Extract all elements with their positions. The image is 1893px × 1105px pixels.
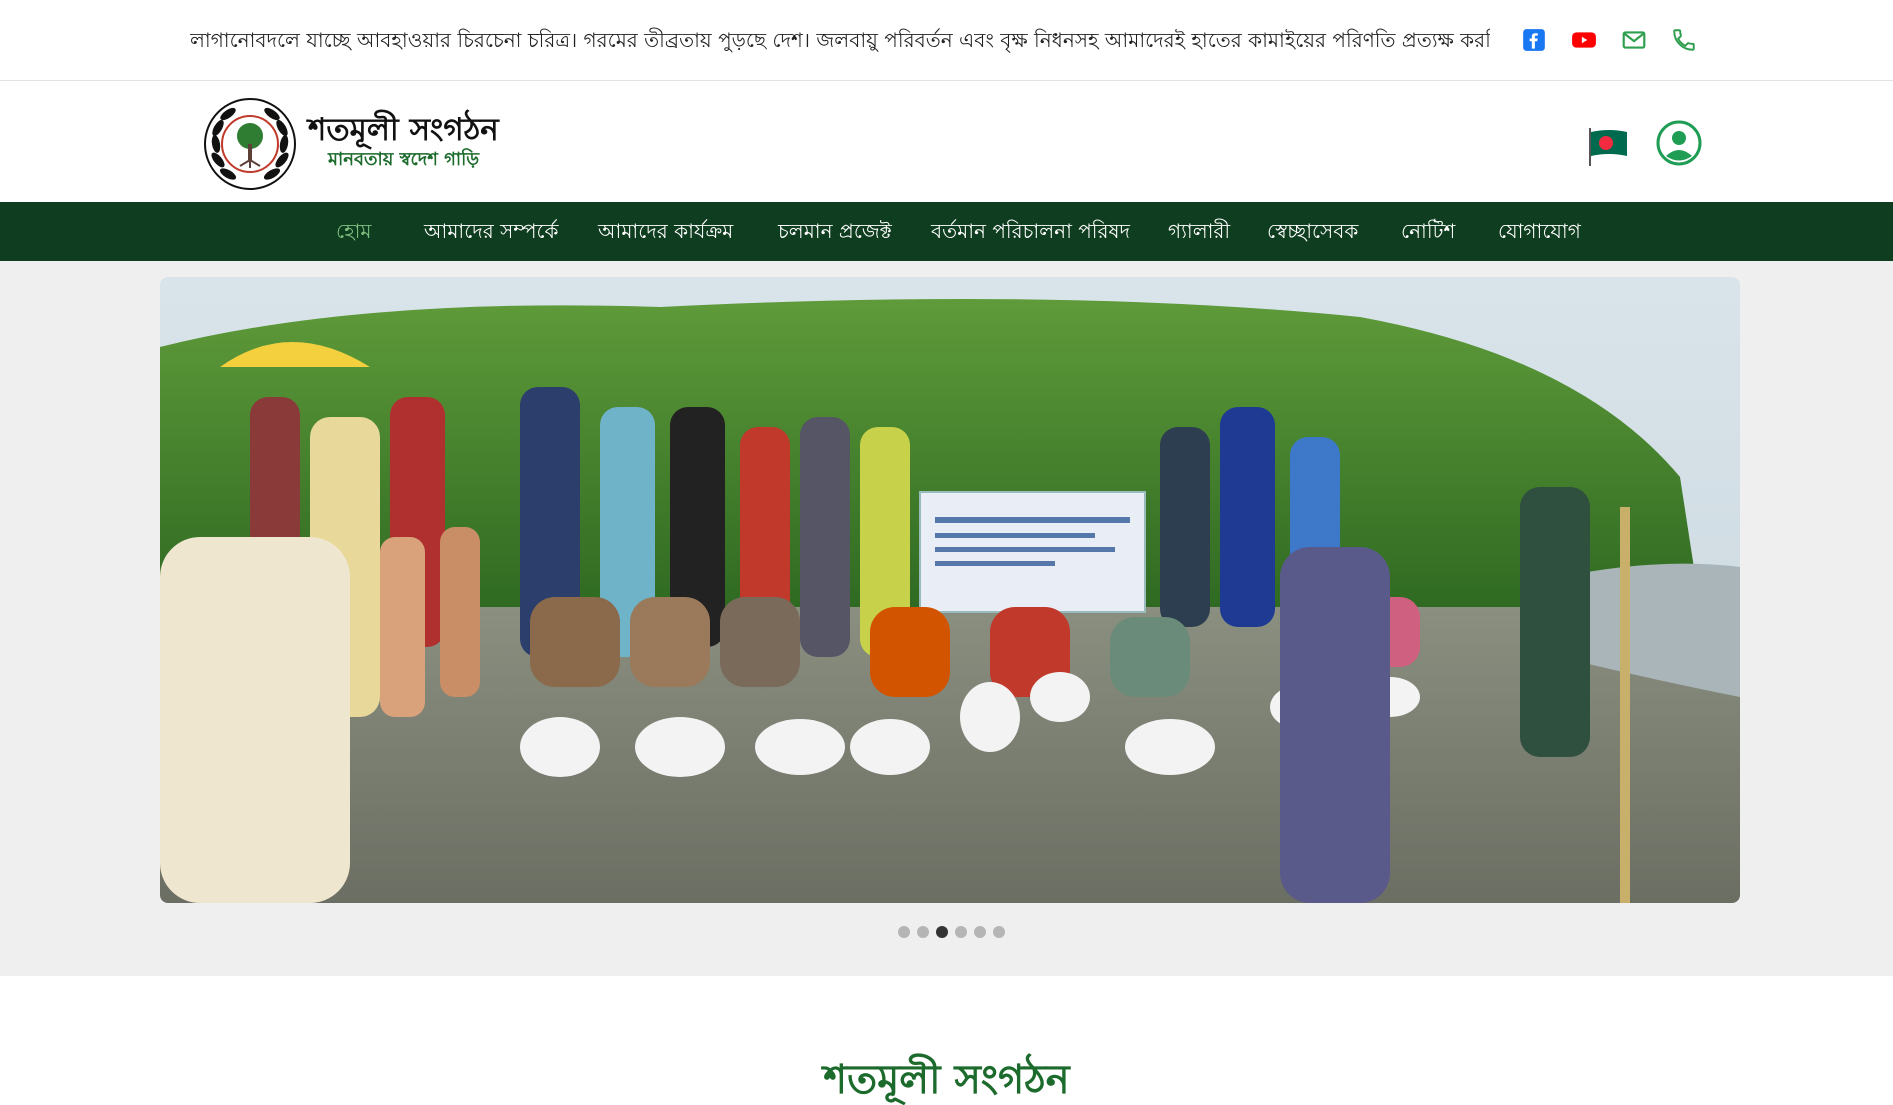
slide-image[interactable] xyxy=(160,277,1740,903)
nav-item-notice[interactable]: নোটিশ xyxy=(1401,202,1455,261)
slider-dot[interactable] xyxy=(955,926,967,938)
slider-dot-active[interactable] xyxy=(936,926,948,938)
mail-icon[interactable] xyxy=(1620,26,1648,54)
slider-dot[interactable] xyxy=(898,926,910,938)
site-tagline: মানবতায় স্বদেশ গাড়ি xyxy=(328,149,480,170)
nav-item-gallery[interactable]: গ্যালারী xyxy=(1168,202,1230,261)
logo-emblem-icon xyxy=(204,98,296,190)
slider-dot[interactable] xyxy=(917,926,929,938)
main-navigation: হোম আমাদের সম্পর্কে আমাদের কার্যক্রম চলম… xyxy=(0,202,1893,261)
nav-item-about-us[interactable]: আমাদের সম্পর্কে xyxy=(424,202,559,261)
user-account-icon[interactable] xyxy=(1655,119,1703,167)
organization-logo[interactable] xyxy=(202,96,298,192)
top-bar: লাগানোবদলে যাচ্ছে আবহাওয়ার চিরচেনা চরিত… xyxy=(0,0,1893,81)
slider-dot[interactable] xyxy=(974,926,986,938)
site-title[interactable]: শতমূলী সংগঠন xyxy=(308,110,499,150)
phone-icon[interactable] xyxy=(1670,26,1698,54)
nav-item-our-activities[interactable]: আমাদের কার্যক্রম xyxy=(598,202,733,261)
hero-slider xyxy=(0,261,1893,976)
facebook-icon[interactable] xyxy=(1520,26,1548,54)
bangladesh-flag-icon[interactable] xyxy=(1587,126,1629,168)
slider-dots xyxy=(0,926,1893,940)
nav-item-ongoing-projects[interactable]: চলমান প্রজেক্ট xyxy=(778,202,892,261)
site-header: শতমূলী সংগঠন মানবতায় স্বদেশ গাড়ি xyxy=(0,82,1893,202)
slider-dot[interactable] xyxy=(993,926,1005,938)
nav-item-governing-council[interactable]: বর্তমান পরিচালনা পরিষদ xyxy=(931,202,1130,261)
news-ticker: লাগানোবদলে যাচ্ছে আবহাওয়ার চিরচেনা চরিত… xyxy=(190,28,1490,52)
youtube-icon[interactable] xyxy=(1570,26,1598,54)
nav-item-contact[interactable]: যোগাযোগ xyxy=(1498,202,1581,261)
section-title: শতমূলী সংগঠন xyxy=(823,1057,1070,1103)
nav-item-home[interactable]: হোম xyxy=(336,202,372,261)
nav-item-volunteers[interactable]: স্বেচ্ছাসেবক xyxy=(1267,202,1358,261)
